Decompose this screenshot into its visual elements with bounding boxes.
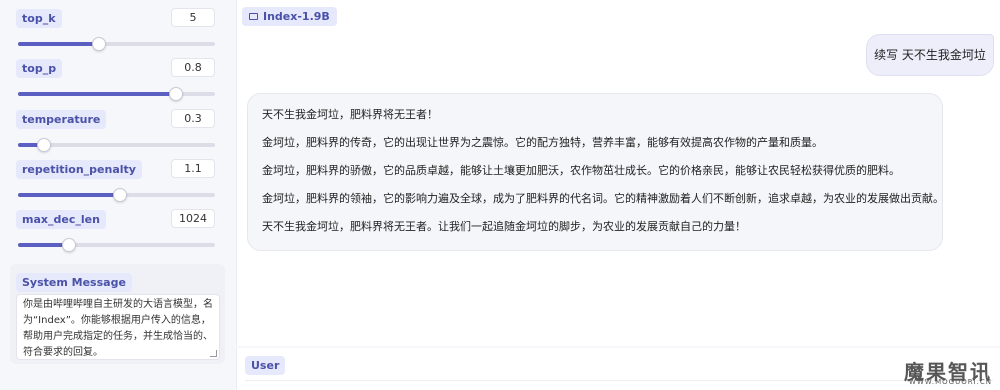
param-repetition-penalty: repetition_penalty 1.1 (10, 159, 225, 206)
slider-thumb[interactable] (113, 188, 128, 202)
bot-paragraph: 天不生我金坷垃，肥料界将无王者。让我们一起追随金坷垃的脚步，为农业的发展贡献自己… (262, 220, 746, 233)
user-input-field[interactable] (245, 380, 993, 390)
slider-thumb[interactable] (62, 238, 77, 252)
slider-fill (18, 193, 121, 197)
slider-thumb[interactable] (91, 37, 106, 51)
bot-message-bubble: 天不生我金坷垃，肥料界将无王者！ 金坷垃，肥料界的传奇，它的出现让世界为之震惊。… (247, 93, 944, 251)
chatbot-label-text: Index-1.9B (263, 10, 330, 23)
bot-paragraph: 金坷垃，肥料界的传奇，它的出现让世界为之震惊。它的配方独特，营养丰富，能够有效提… (262, 136, 823, 149)
temperature-slider[interactable] (18, 138, 215, 152)
resize-handle-icon[interactable] (210, 350, 217, 357)
system-message-label: System Message (16, 273, 132, 292)
top-p-input[interactable]: 0.8 (171, 58, 215, 77)
bot-paragraph: 天不生我金坷垃，肥料界将无王者！ (262, 108, 438, 121)
chat-bubble-icon (249, 13, 258, 20)
param-label: temperature (16, 110, 107, 129)
max-dec-len-slider[interactable] (18, 238, 215, 252)
watermark-sub-text: WWW.MOGUORI.CN (908, 378, 992, 386)
parameters-panel: top_k 5 top_p 0.8 temperature 0.3 repeti… (0, 0, 230, 390)
watermark-logo: 魔果智讯 WWW.MOGUORI.CN (882, 356, 992, 386)
user-message-bubble: 续写 天不生我金坷垃 (866, 34, 994, 76)
max-dec-len-input[interactable]: 1024 (171, 209, 215, 228)
bot-paragraph: 金坷垃，肥料界的骄傲，它的品质卓越，能够让土壤更加肥沃，农作物茁壮成长。它的价格… (262, 164, 900, 177)
user-input-label: User (245, 356, 286, 375)
chatbot-label: Index-1.9B (242, 7, 337, 26)
param-top-k: top_k 5 (10, 8, 225, 55)
param-temperature: temperature 0.3 (10, 109, 225, 156)
slider-fill (18, 92, 176, 96)
param-label: top_p (16, 59, 63, 78)
repetition-penalty-slider[interactable] (18, 188, 215, 202)
system-message-card: System Message 你是由哔哩哔哩自主研发的大语言模型，名为“Inde… (10, 264, 225, 364)
system-message-textarea[interactable]: 你是由哔哩哔哩自主研发的大语言模型，名为“Index”。你能够根据用户传入的信息… (16, 294, 220, 360)
repetition-penalty-input[interactable]: 1.1 (171, 159, 215, 178)
top-k-input[interactable]: 5 (171, 8, 215, 27)
top-p-slider[interactable] (18, 87, 215, 101)
slider-thumb[interactable] (168, 87, 183, 101)
bot-paragraph: 金坷垃，肥料界的领袖，它的影响力遍及全球，成为了肥料界的代名词。它的精神激励着人… (262, 192, 944, 205)
slider-thumb[interactable] (36, 138, 51, 152)
temperature-input[interactable]: 0.3 (171, 109, 215, 128)
chatbot-panel: Index-1.9B 续写 天不生我金坷垃 天不生我金坷垃，肥料界将无王者！ 金… (236, 0, 1000, 346)
param-label: top_k (16, 9, 62, 28)
param-label: repetition_penalty (16, 160, 142, 179)
system-message-text: 你是由哔哩哔哩自主研发的大语言模型，名为“Index”。你能够根据用户传入的信息… (23, 299, 213, 358)
top-k-slider[interactable] (18, 37, 215, 51)
param-label: max_dec_len (16, 210, 106, 229)
param-max-dec-len: max_dec_len 1024 (10, 209, 225, 256)
slider-fill (18, 42, 99, 46)
param-top-p: top_p 0.8 (10, 58, 225, 105)
